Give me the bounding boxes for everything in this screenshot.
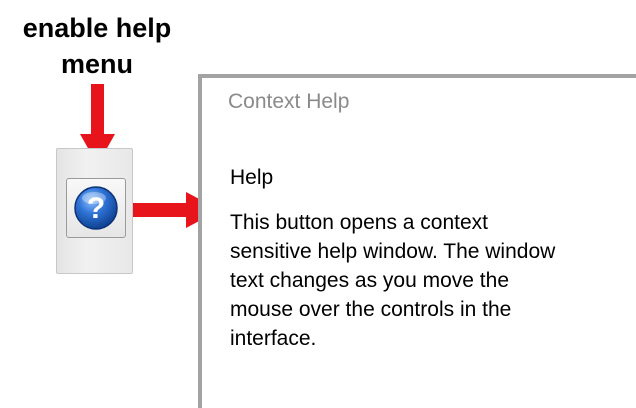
context-help-window: Context Help Help This button opens a co…	[198, 74, 636, 408]
help-button[interactable]: ?	[66, 178, 126, 238]
help-body-text: This button opens a context sensitive he…	[230, 211, 556, 350]
question-mark-icon: ?	[74, 186, 118, 230]
help-heading: Help	[230, 166, 274, 189]
question-mark-glyph: ?	[87, 192, 105, 225]
window-title: Context Help	[228, 90, 350, 113]
